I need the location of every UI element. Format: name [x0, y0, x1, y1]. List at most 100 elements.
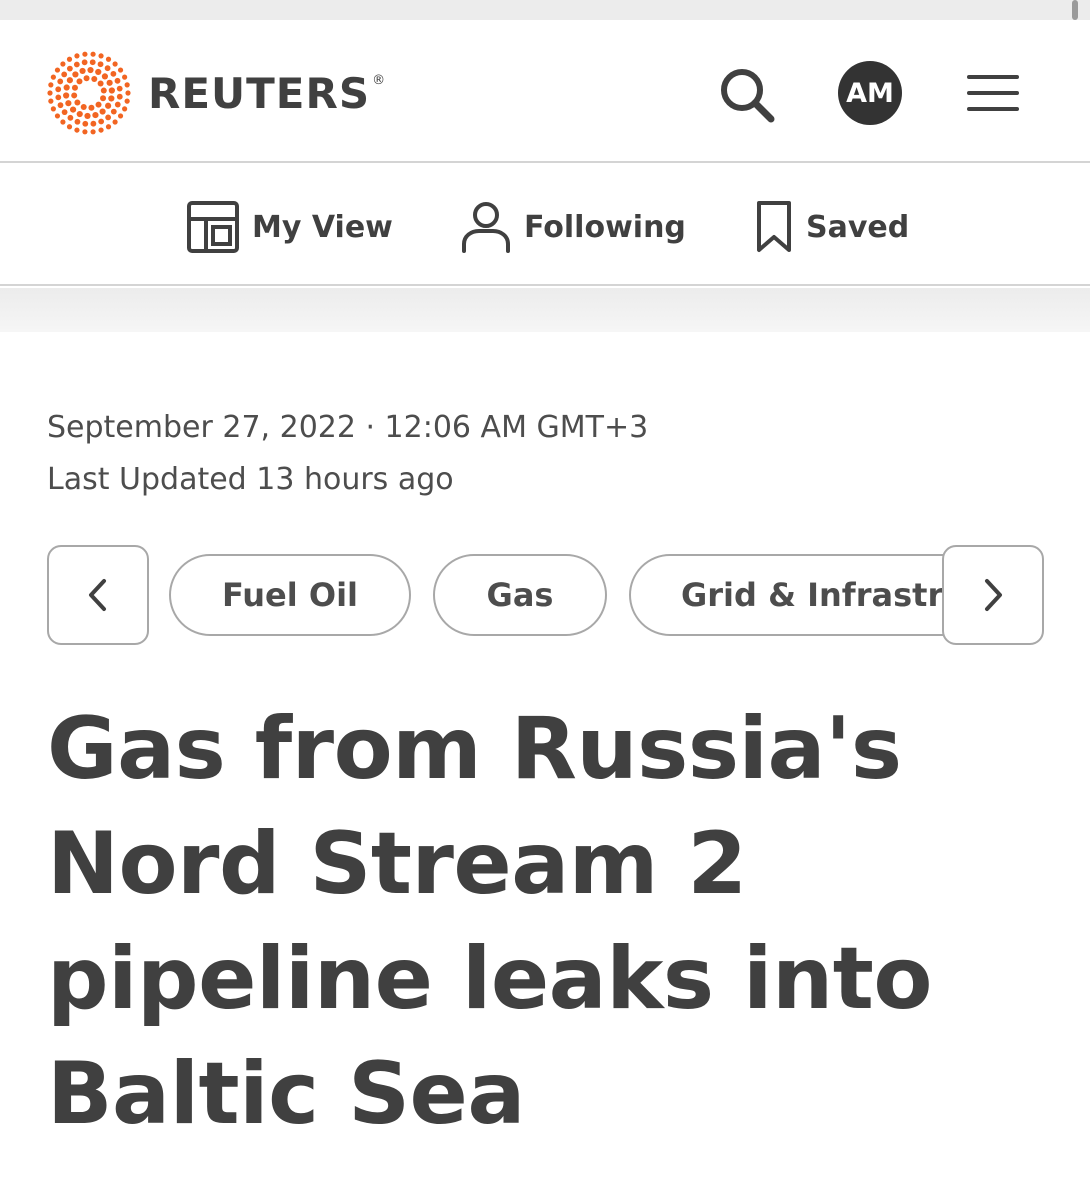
logo-dot [106, 79, 113, 86]
logo-dot [55, 86, 62, 93]
logo-dot [63, 92, 70, 99]
logo-dot [48, 82, 54, 88]
logo-dot [90, 129, 96, 135]
logo-dot [105, 102, 112, 109]
topic-carousel: Fuel Oil Gas Grid & Infrastructure [47, 545, 1044, 645]
logo-dot [122, 106, 128, 112]
saved-label: Saved [806, 209, 910, 245]
logo-dot [60, 119, 66, 125]
brand-name: REUTERS [148, 68, 371, 118]
following-label: Following [524, 209, 686, 245]
reuters-dots-logo-icon [47, 51, 131, 135]
logo-dot [54, 113, 61, 119]
topic-pills-viewport: Fuel Oil Gas Grid & Infrastructure [169, 554, 999, 636]
topic-pill-fuel-oil[interactable]: Fuel Oil [169, 554, 411, 636]
logo-dot [99, 108, 106, 115]
logo-dot [74, 53, 80, 59]
last-updated: Last Updated 13 hours ago [47, 462, 454, 497]
search-icon [721, 69, 775, 123]
logo-dot [80, 104, 87, 111]
logo-dot [82, 120, 89, 127]
logo-dot [97, 80, 104, 87]
logo-dot [100, 95, 107, 102]
logo-dot [72, 71, 79, 78]
logo-dot [66, 56, 73, 62]
person-icon [462, 202, 510, 253]
article-dateline: September 27, 2022 · 12:06 AM GMT+3 [47, 410, 649, 445]
logo-dot [82, 51, 88, 57]
browser-top-strip [0, 0, 1090, 20]
following-link[interactable]: Following [460, 199, 686, 255]
logo-dot [61, 71, 68, 78]
logo-dot [112, 119, 118, 125]
logo-dot [100, 87, 107, 94]
logo-dot [108, 95, 115, 102]
topic-pill-gas[interactable]: Gas [433, 554, 607, 636]
logo-dot [54, 67, 61, 73]
layout-grid-icon [187, 201, 239, 253]
logo-dot [105, 124, 112, 130]
logo-dot [82, 129, 88, 135]
reuters-logo[interactable]: REUTERS ® [46, 50, 386, 136]
logo-dot [83, 75, 90, 82]
carousel-prev-button[interactable] [47, 545, 149, 645]
logo-dot [101, 73, 109, 80]
logo-dot [47, 90, 53, 96]
logo-dot [71, 84, 78, 91]
logo-dot [110, 70, 117, 77]
bookmark-icon [757, 201, 791, 252]
logo-dot [50, 106, 56, 112]
logo-dot [116, 93, 123, 100]
logo-dot [92, 111, 99, 119]
search-button[interactable] [714, 62, 780, 128]
logo-dot [55, 94, 62, 101]
logo-dot [114, 101, 121, 108]
logo-dot [91, 75, 98, 82]
chevron-left-icon [89, 579, 106, 611]
chevron-right-icon [985, 579, 1002, 611]
logo-dot [88, 104, 95, 111]
logo-dot [67, 114, 74, 121]
logo-dot [117, 67, 124, 73]
logo-dot [98, 127, 104, 133]
logo-dot [71, 92, 78, 99]
user-subnav: My View Following Saved [0, 165, 1090, 286]
logo-dot [90, 51, 96, 57]
logo-dot [57, 78, 64, 85]
scrollbar-thumb[interactable] [1072, 0, 1078, 20]
logo-dot [98, 118, 105, 125]
menu-button[interactable] [962, 70, 1024, 116]
account-avatar[interactable]: AM [838, 61, 902, 125]
hamburger-menu-icon [967, 75, 1019, 111]
logo-dot [124, 98, 130, 104]
logo-dot [95, 101, 102, 108]
logo-dot [105, 56, 112, 62]
logo-dot [87, 66, 94, 74]
logo-dot [104, 65, 111, 72]
carousel-next-button[interactable] [942, 545, 1044, 645]
article-headline: Gas from Russia's Nord Stream 2 pipeline… [47, 699, 932, 1144]
logo-dot [63, 84, 70, 91]
logo-dot [61, 109, 68, 116]
logo-dot [79, 67, 86, 75]
logo-dot [116, 85, 123, 92]
registered-mark: ® [372, 72, 387, 88]
logo-dot [65, 100, 72, 107]
my-view-link[interactable]: My View [186, 199, 393, 255]
saved-link[interactable]: Saved [754, 199, 909, 255]
logo-dot [48, 98, 54, 104]
logo-dot [122, 74, 128, 80]
logo-dot [114, 77, 121, 84]
logo-dot [57, 102, 64, 109]
logo-dot [74, 118, 81, 125]
logo-dot [74, 99, 81, 106]
logo-dot [108, 87, 115, 94]
logo-dot [95, 68, 102, 76]
logo-dot [69, 106, 77, 113]
my-view-label: My View [252, 209, 393, 245]
logo-dot [97, 61, 104, 68]
logo-dot [73, 61, 80, 68]
logo-dot [76, 78, 83, 85]
logo-dot [125, 90, 131, 96]
logo-dot [98, 53, 104, 59]
